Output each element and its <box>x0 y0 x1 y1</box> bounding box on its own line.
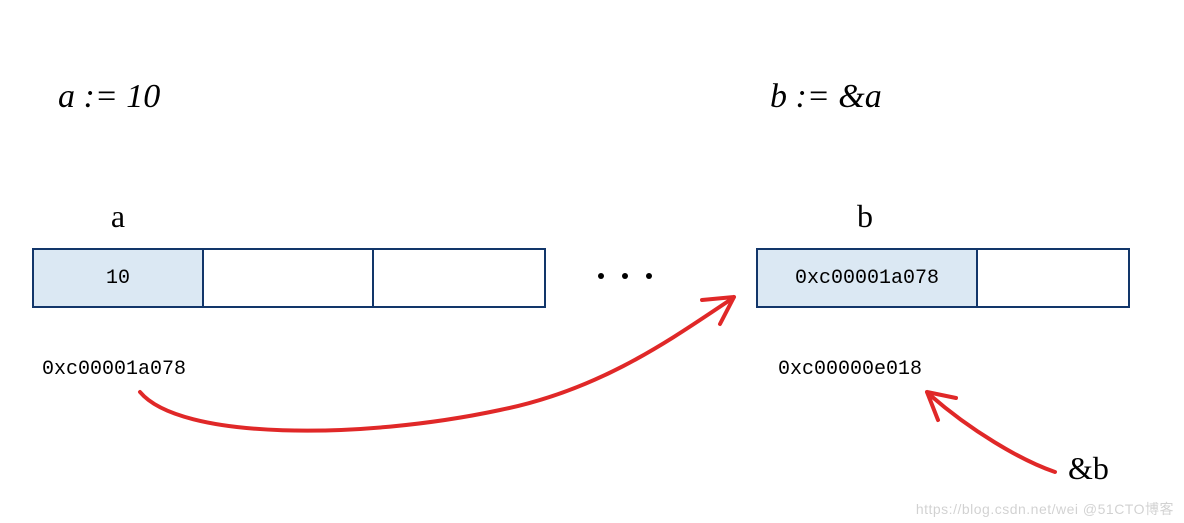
memory-strip-b: 0xc00001a078 <box>756 248 1130 308</box>
arrowhead-a-to-b <box>702 297 734 324</box>
arrow-a-to-b <box>140 300 730 431</box>
arrowhead-ampb-to-addr <box>927 392 956 420</box>
var-a-label: a <box>98 198 138 235</box>
amp-b-label: &b <box>1068 450 1109 487</box>
dot-icon <box>646 273 652 279</box>
address-of-b: 0xc00000e018 <box>778 358 922 381</box>
memory-cell-empty <box>204 250 374 306</box>
ellipsis-dots <box>598 273 652 279</box>
memory-cell-empty <box>374 250 544 306</box>
memory-cell-b-value: 0xc00001a078 <box>758 250 978 306</box>
watermark-text: https://blog.csdn.net/wei @51CTO博客 <box>916 499 1174 519</box>
dot-icon <box>598 273 604 279</box>
memory-strip-a: 10 <box>32 248 546 308</box>
code-a-assign: a := 10 <box>58 78 160 116</box>
address-of-a: 0xc00001a078 <box>42 358 186 381</box>
var-b-label: b <box>845 198 885 235</box>
memory-cell-empty <box>978 250 1128 306</box>
dot-icon <box>622 273 628 279</box>
arrow-ampb-to-addr <box>930 395 1055 472</box>
memory-cell-a-value: 10 <box>34 250 204 306</box>
code-b-assign: b := &a <box>770 78 882 116</box>
